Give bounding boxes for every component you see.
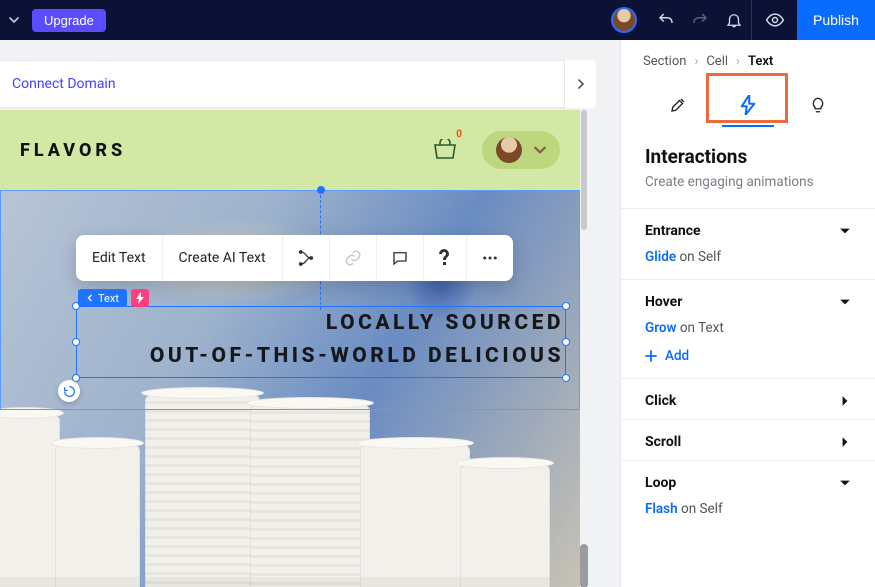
cart-count-badge: 0 [456, 129, 462, 140]
add-hover-animation[interactable]: Add [645, 348, 851, 364]
help-button[interactable] [424, 235, 467, 281]
notifications-button[interactable] [717, 0, 751, 40]
caret-right-icon [839, 395, 851, 407]
redo-button [683, 0, 717, 40]
caret-down-icon [839, 477, 851, 489]
link-button [330, 235, 377, 281]
entrance-target: on Self [676, 249, 721, 265]
site-user-dropdown[interactable] [482, 131, 560, 169]
chevron-down-icon [534, 144, 546, 156]
app-topbar: Upgrade Publish [0, 0, 875, 40]
click-section: Click [621, 378, 875, 419]
resize-handle[interactable] [72, 338, 80, 346]
connect-domain-link[interactable]: Connect Domain [12, 76, 116, 92]
plus-icon [645, 350, 657, 362]
domain-bar: Connect Domain [0, 60, 596, 108]
hover-section: Hover Grow on Text Add [621, 279, 875, 378]
reset-rotation-button[interactable] [58, 380, 80, 402]
selection-chip-label: Text [98, 292, 119, 305]
avatar-icon [496, 137, 522, 163]
caret-down-icon [839, 225, 851, 237]
scroll-title: Scroll [645, 434, 681, 450]
caret-right-icon [839, 436, 851, 448]
resize-handle[interactable] [562, 338, 570, 346]
account-avatar[interactable] [611, 7, 637, 33]
tab-design[interactable] [648, 83, 708, 127]
comment-button[interactable] [377, 235, 424, 281]
chevron-left-icon [86, 294, 94, 302]
loop-anim-link[interactable]: Flash [645, 501, 678, 517]
entrance-section: Entrance Glide on Self [621, 208, 875, 279]
site-brand: FLAVORS [20, 140, 126, 161]
add-label: Add [665, 348, 689, 364]
bolt-icon [739, 95, 757, 115]
breadcrumb-cell[interactable]: Cell [706, 54, 728, 69]
cart-button[interactable]: 0 [432, 139, 458, 161]
bolt-icon [135, 292, 145, 304]
scroll-toggle[interactable]: Scroll [621, 420, 875, 460]
entrance-anim-link[interactable]: Glide [645, 249, 676, 265]
scroll-section: Scroll [621, 419, 875, 460]
hover-target: on Text [676, 320, 723, 336]
selection-type-chip[interactable]: Text [78, 289, 127, 307]
entrance-toggle[interactable]: Entrance [621, 209, 875, 249]
brush-icon [669, 96, 687, 114]
main-menu-dropdown[interactable] [4, 0, 24, 40]
hover-anim-link[interactable]: Grow [645, 320, 676, 336]
canvas-scrollbar[interactable] [580, 110, 588, 587]
edit-text-button[interactable]: Edit Text [76, 235, 163, 281]
undo-button[interactable] [649, 0, 683, 40]
loop-section: Loop Flash on Self [621, 460, 875, 523]
interaction-indicator-chip[interactable] [131, 289, 149, 307]
panel-title: Interactions [645, 145, 851, 168]
hover-title: Hover [645, 294, 682, 310]
resize-handle[interactable] [562, 374, 570, 382]
animation-icon-button[interactable] [283, 235, 330, 281]
click-title: Click [645, 393, 676, 409]
loop-toggle[interactable]: Loop [621, 461, 875, 501]
hover-toggle[interactable]: Hover [621, 280, 875, 320]
caret-down-icon [839, 296, 851, 308]
upgrade-button[interactable]: Upgrade [32, 9, 106, 32]
text-selection-box[interactable] [76, 306, 566, 378]
breadcrumb-section[interactable]: Section [643, 54, 686, 69]
preview-button[interactable] [751, 0, 797, 40]
create-ai-text-button[interactable]: Create AI Text [163, 235, 283, 281]
tab-interactions[interactable] [718, 83, 778, 127]
loop-target: on Self [678, 501, 723, 517]
resize-handle[interactable] [562, 302, 570, 310]
publish-button[interactable]: Publish [797, 0, 875, 40]
element-context-toolbar: Edit Text Create AI Text [76, 235, 513, 281]
chevron-right-icon: › [736, 54, 740, 69]
breadcrumb-current: Text [748, 54, 773, 69]
editor-canvas[interactable]: Connect Domain FLAVORS 0 [0, 40, 620, 587]
inspector-panel: Section › Cell › Text Interactions Creat… [620, 40, 875, 587]
loop-title: Loop [645, 475, 676, 491]
lightbulb-icon [809, 96, 827, 114]
chevron-right-icon: › [694, 54, 698, 69]
panel-subtitle: Create engaging animations [645, 174, 851, 190]
entrance-title: Entrance [645, 223, 701, 239]
domain-bar-expand[interactable] [564, 60, 596, 108]
click-toggle[interactable]: Click [621, 379, 875, 419]
tab-ideas[interactable] [788, 83, 848, 127]
site-header: FLAVORS 0 [0, 110, 580, 190]
more-options-button[interactable] [467, 235, 513, 281]
breadcrumb: Section › Cell › Text [621, 40, 875, 77]
